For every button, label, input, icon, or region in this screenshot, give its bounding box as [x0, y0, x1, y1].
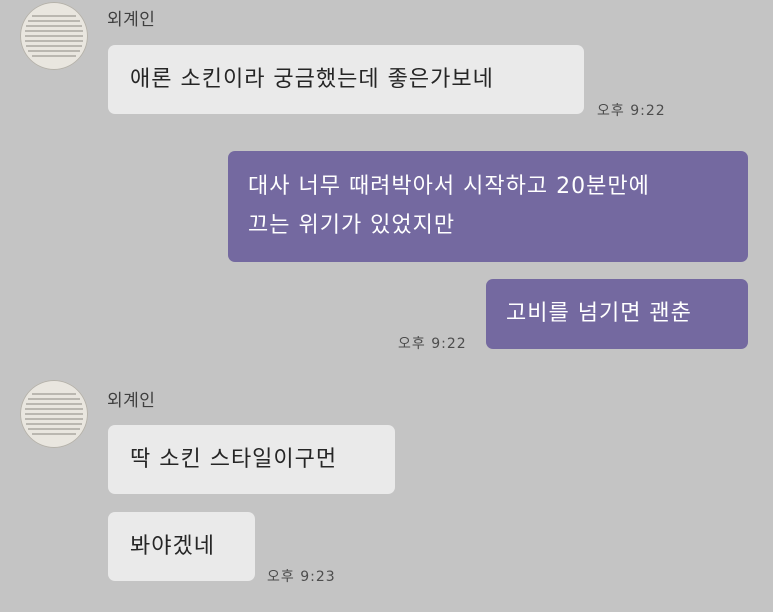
message-text: 딱 소킨 스타일이구먼: [130, 447, 338, 472]
sender-name: 외계인: [107, 10, 156, 30]
message-text-line: 대사 너무 때려박아서 시작하고 20분만에: [248, 174, 650, 199]
message-time: 오후 9:23: [267, 569, 336, 585]
avatar-icon[interactable]: [20, 2, 88, 70]
sender-name: 외계인: [107, 391, 156, 411]
message-text: 고비를 넘기면 괜춘: [506, 301, 692, 326]
message-bubble[interactable]: 고비를 넘기면 괜춘: [486, 279, 748, 349]
message-text: 애론 소킨이라 궁금했는데 좋은가보네: [130, 67, 494, 92]
message-time: 오후 9:22: [597, 103, 666, 119]
message-text: 봐야겠네: [130, 534, 215, 559]
message-bubble[interactable]: 봐야겠네: [108, 512, 255, 581]
message-bubble[interactable]: 애론 소킨이라 궁금했는데 좋은가보네: [108, 45, 584, 114]
message-time: 오후 9:22: [398, 336, 467, 352]
message-bubble[interactable]: 대사 너무 때려박아서 시작하고 20분만에 끄는 위기가 있었지만: [228, 151, 748, 262]
avatar-icon[interactable]: [20, 380, 88, 448]
message-text-line: 끄는 위기가 있었지만: [248, 213, 456, 238]
message-bubble[interactable]: 딱 소킨 스타일이구먼: [108, 425, 395, 494]
